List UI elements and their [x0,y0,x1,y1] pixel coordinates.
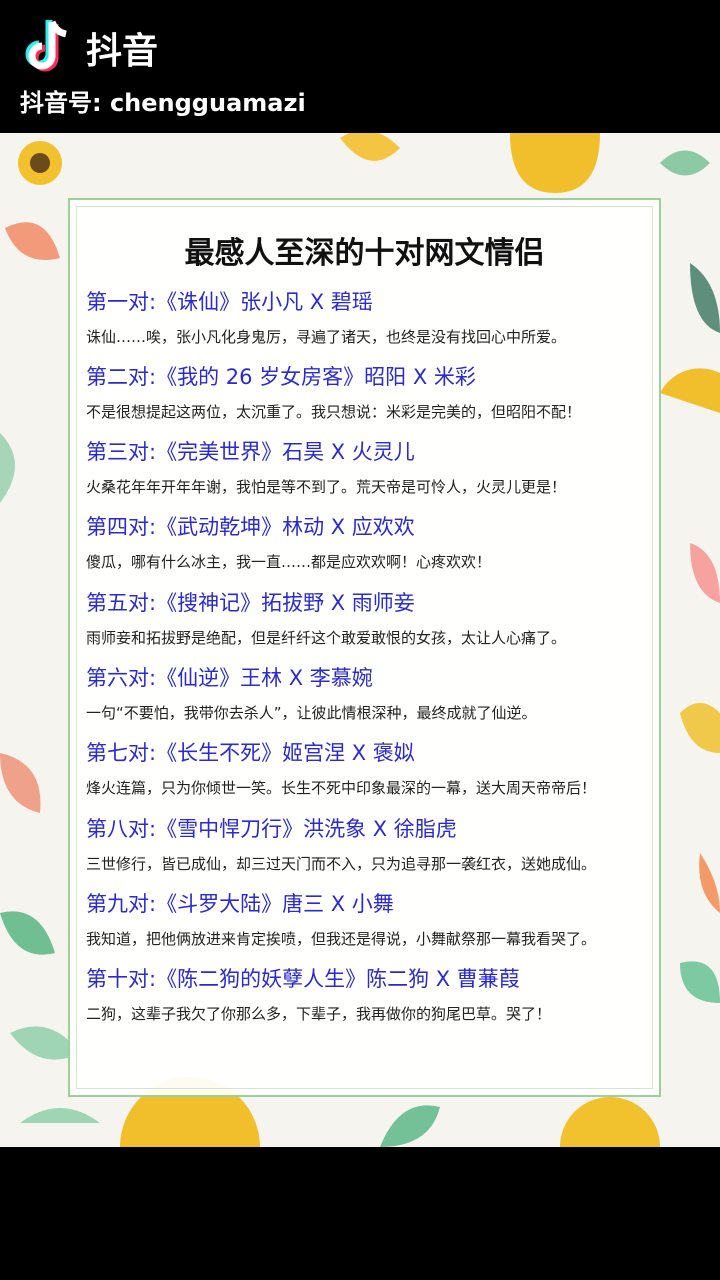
pair-item-8: 第八对:《雪中悍刀行》洪洗象 X 徐脂虎 三世修行，皆已成仙，却三过天门而不入，… [86,815,656,875]
pair-heading: 第一对:《诛仙》张小凡 X 碧瑶 [86,290,373,314]
pair-heading: 第九对:《斗罗大陆》唐三 X 小舞 [86,892,394,916]
pair-item-6: 第六对:《仙逆》王林 X 李慕婉 一句“不要怕，我带你去杀人”，让彼此情根深种，… [86,664,656,724]
pair-heading: 第二对:《我的 26 岁女房客》昭阳 X 米彩 [86,365,476,389]
pair-heading: 第六对:《仙逆》王林 X 李慕婉 [86,666,373,690]
pair-item-9: 第九对:《斗罗大陆》唐三 X 小舞 我知道，把他俩放进来肯定挨喷，但我还是得说，… [86,890,656,950]
pair-description: 火桑花年年开年年谢，我怕是等不到了。荒天帝是可怜人，火灵儿更是！ [86,478,567,496]
pair-description: 我知道，把他俩放进来肯定挨喷，但我还是得说，小舞献祭那一幕我看哭了。 [86,930,597,948]
bottom-black-bar [0,1147,720,1280]
pair-description: 傻瓜，哪有什么冰主，我一直……都是应欢欢啊！心疼欢欢！ [86,553,492,571]
pair-item-1: 第一对:《诛仙》张小凡 X 碧瑶 诛仙……唉，张小凡化身鬼厉，寻遍了诸天，也终是… [86,288,656,348]
pair-description: 不是很想提起这两位，太沉重了。我只想说：米彩是完美的，但昭阳不配！ [86,403,582,421]
pair-description: 雨师妾和拓拔野是绝配，但是纤纤这个敢爱敢恨的女孩，太让人心痛了。 [86,629,567,647]
account-handle: 抖音号: chengguamazi [20,89,306,117]
douyin-logo-icon [25,20,67,72]
pair-description: 三世修行，皆已成仙，却三过天门而不入，只为追寻那一袭红衣，送她成仙。 [86,855,597,873]
top-bar: 抖音 抖音号: chengguamazi [0,0,720,133]
pair-heading: 第五对:《搜神记》拓拔野 X 雨师妾 [86,591,415,615]
app-name: 抖音 [86,31,159,72]
article-card: 最感人至深的十对网文情侣 第一对:《诛仙》张小凡 X 碧瑶 诛仙……唉，张小凡化… [68,198,661,1097]
pair-item-10: 第十对:《陈二狗的妖孽人生》陈二狗 X 曹蒹葭 二狗，这辈子我欠了你那么多，下辈… [86,965,656,1025]
article-title: 最感人至深的十对网文情侣 [184,236,545,271]
content-background: 最感人至深的十对网文情侣 第一对:《诛仙》张小凡 X 碧瑶 诛仙……唉，张小凡化… [0,133,720,1147]
pair-heading: 第七对:《长生不死》姬宫涅 X 褒姒 [86,741,415,765]
pair-item-4: 第四对:《武动乾坤》林动 X 应欢欢 傻瓜，哪有什么冰主，我一直……都是应欢欢啊… [86,513,656,573]
pair-item-2: 第二对:《我的 26 岁女房客》昭阳 X 米彩 不是很想提起这两位，太沉重了。我… [86,363,656,423]
pair-heading: 第四对:《武动乾坤》林动 X 应欢欢 [86,515,415,539]
pair-heading: 第十对:《陈二狗的妖孽人生》陈二狗 X 曹蒹葭 [86,967,520,991]
pair-item-7: 第七对:《长生不死》姬宫涅 X 褒姒 烽火连篇，只为你倾世一笑。长生不死中印象最… [86,739,656,799]
pair-item-3: 第三对:《完美世界》石昊 X 火灵儿 火桑花年年开年年谢，我怕是等不到了。荒天帝… [86,438,656,498]
pair-description: 二狗，这辈子我欠了你那么多，下辈子，我再做你的狗尾巴草。哭了！ [86,1005,552,1023]
pair-heading: 第八对:《雪中悍刀行》洪洗象 X 徐脂虎 [86,817,457,841]
pair-item-5: 第五对:《搜神记》拓拔野 X 雨师妾 雨师妾和拓拔野是绝配，但是纤纤这个敢爱敢恨… [86,589,656,649]
pair-description: 烽火连篇，只为你倾世一笑。长生不死中印象最深的一幕，送大周天帝帝后！ [86,779,597,797]
pair-description: 诛仙……唉，张小凡化身鬼厉，寻遍了诸天，也终是没有找回心中所爱。 [86,328,567,346]
pair-heading: 第三对:《完美世界》石昊 X 火灵儿 [86,440,415,464]
pair-description: 一句“不要怕，我带你去杀人”，让彼此情根深种，最终成就了仙逆。 [86,704,537,722]
